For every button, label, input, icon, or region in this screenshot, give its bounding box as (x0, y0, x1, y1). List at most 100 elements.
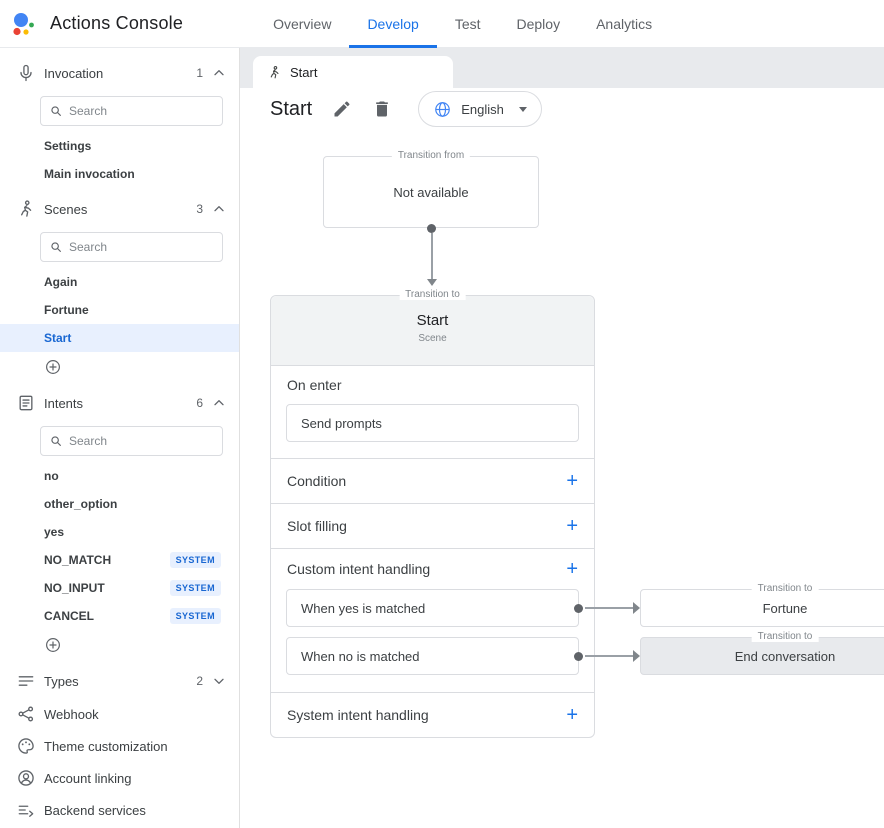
transition-from-box[interactable]: Transition from Not available (323, 156, 539, 228)
footer-label: Webhook (44, 707, 99, 722)
sidebar: Invocation 1 Settings Main invocation Sc… (0, 48, 240, 828)
add-circle-icon (44, 358, 62, 376)
scene-icon (267, 65, 282, 80)
section-label: Types (44, 674, 196, 689)
sidebar-item-yes[interactable]: yes (0, 518, 239, 546)
sidebar-item-backend-services[interactable]: Backend services (0, 794, 239, 826)
sidebar-section-intents[interactable]: Intents 6 (0, 386, 239, 420)
tab-strip: Start (240, 48, 884, 88)
section-count: 6 (196, 396, 203, 410)
add-custom-intent-button[interactable]: + (566, 559, 578, 579)
connector-dot (574, 652, 583, 661)
section-label: Invocation (44, 66, 196, 81)
transition-target-fortune[interactable]: Transition to Fortune (640, 589, 884, 627)
language-selector[interactable]: English (418, 91, 542, 127)
handler-when-yes[interactable]: When yes is matched (286, 589, 579, 627)
assistant-logo-icon (10, 10, 38, 38)
search-icon (49, 104, 63, 118)
section-label: Scenes (44, 202, 196, 217)
sidebar-item-no[interactable]: no (0, 462, 239, 490)
sidebar-section-types[interactable]: Types 2 (0, 664, 239, 698)
scene-toolbar: Start English (240, 88, 884, 130)
system-badge: SYSTEM (170, 608, 221, 624)
scenes-search[interactable] (40, 232, 223, 262)
intent-label: NO_INPUT (44, 581, 105, 595)
scene-card-start: Transition to Start Scene On enter Send … (270, 295, 595, 738)
backend-services-icon (16, 800, 36, 820)
add-scene-button[interactable] (0, 352, 239, 382)
scene-icon (16, 199, 36, 219)
sidebar-item-webhook[interactable]: Webhook (0, 698, 239, 730)
invocation-search[interactable] (40, 96, 223, 126)
sidebar-item-other-option[interactable]: other_option (0, 490, 239, 518)
sidebar-item-start[interactable]: Start (0, 324, 239, 352)
sidebar-item-again[interactable]: Again (0, 268, 239, 296)
transition-to-legend: Transition to (752, 583, 819, 594)
nav-develop[interactable]: Develop (349, 0, 436, 48)
sidebar-section-scenes[interactable]: Scenes 3 (0, 192, 239, 226)
webhook-icon (16, 704, 36, 724)
target-value: End conversation (735, 649, 835, 664)
system-intent-label: System intent handling (287, 707, 429, 723)
intent-label: CANCEL (44, 609, 94, 623)
nav-deploy[interactable]: Deploy (499, 0, 579, 48)
search-input[interactable] (69, 104, 214, 118)
nav-overview[interactable]: Overview (255, 0, 349, 48)
handler-when-no[interactable]: When no is matched (286, 637, 579, 675)
edit-icon[interactable] (332, 99, 352, 119)
tab-label: Start (290, 65, 317, 80)
condition-section: Condition + (271, 458, 594, 503)
arrow-right-icon (633, 602, 640, 614)
intents-search[interactable] (40, 426, 223, 456)
sidebar-item-cancel[interactable]: CANCEL SYSTEM (0, 602, 239, 630)
types-icon (16, 671, 36, 691)
add-slot-button[interactable]: + (566, 516, 578, 536)
tab-start[interactable]: Start (253, 56, 453, 88)
add-condition-button[interactable]: + (566, 471, 578, 491)
sidebar-item-no-input[interactable]: NO_INPUT SYSTEM (0, 574, 239, 602)
section-count: 3 (196, 202, 203, 216)
sidebar-item-settings[interactable]: Settings (0, 132, 239, 160)
add-system-intent-button[interactable]: + (566, 705, 578, 725)
search-input[interactable] (69, 434, 214, 448)
nav-analytics[interactable]: Analytics (578, 0, 670, 48)
sidebar-item-theme-customization[interactable]: Theme customization (0, 730, 239, 762)
search-input[interactable] (69, 240, 214, 254)
scene-card-title: Start (271, 312, 594, 329)
sidebar-item-account-linking[interactable]: Account linking (0, 762, 239, 794)
scene-card-legend: Transition to (399, 289, 466, 300)
microphone-icon (16, 63, 36, 83)
footer-label: Backend services (44, 803, 146, 818)
custom-intent-label: Custom intent handling (287, 561, 430, 577)
app-title: Actions Console (50, 13, 183, 34)
transition-connector-no (583, 650, 640, 662)
connector-line (585, 607, 633, 609)
delete-icon[interactable] (372, 99, 392, 119)
transition-from-legend: Transition from (392, 150, 470, 161)
scene-card-header: Start Scene (271, 296, 594, 366)
slot-filling-section: Slot filling + (271, 503, 594, 548)
arrow-down-icon (427, 279, 437, 286)
slot-filling-label: Slot filling (287, 518, 347, 534)
sidebar-item-fortune[interactable]: Fortune (0, 296, 239, 324)
transition-target-end-conversation[interactable]: Transition to End conversation (640, 637, 884, 675)
scene-title: Start (270, 98, 312, 121)
search-icon (49, 240, 63, 254)
sidebar-item-main-invocation[interactable]: Main invocation (0, 160, 239, 188)
chevron-up-icon (211, 65, 227, 81)
intents-icon (16, 393, 36, 413)
transition-to-legend: Transition to (752, 631, 819, 642)
handler-label: When no is matched (301, 649, 420, 664)
sidebar-section-invocation[interactable]: Invocation 1 (0, 56, 239, 90)
add-intent-button[interactable] (0, 630, 239, 660)
nav-test[interactable]: Test (437, 0, 499, 48)
transition-connector-yes (583, 602, 640, 614)
intent-label: NO_MATCH (44, 553, 111, 567)
connector-line (585, 655, 633, 657)
send-prompts-button[interactable]: Send prompts (286, 404, 579, 442)
globe-icon (433, 100, 452, 119)
sidebar-item-no-match[interactable]: NO_MATCH SYSTEM (0, 546, 239, 574)
connector-dot (427, 224, 436, 233)
account-icon (16, 768, 36, 788)
chevron-up-icon (211, 201, 227, 217)
